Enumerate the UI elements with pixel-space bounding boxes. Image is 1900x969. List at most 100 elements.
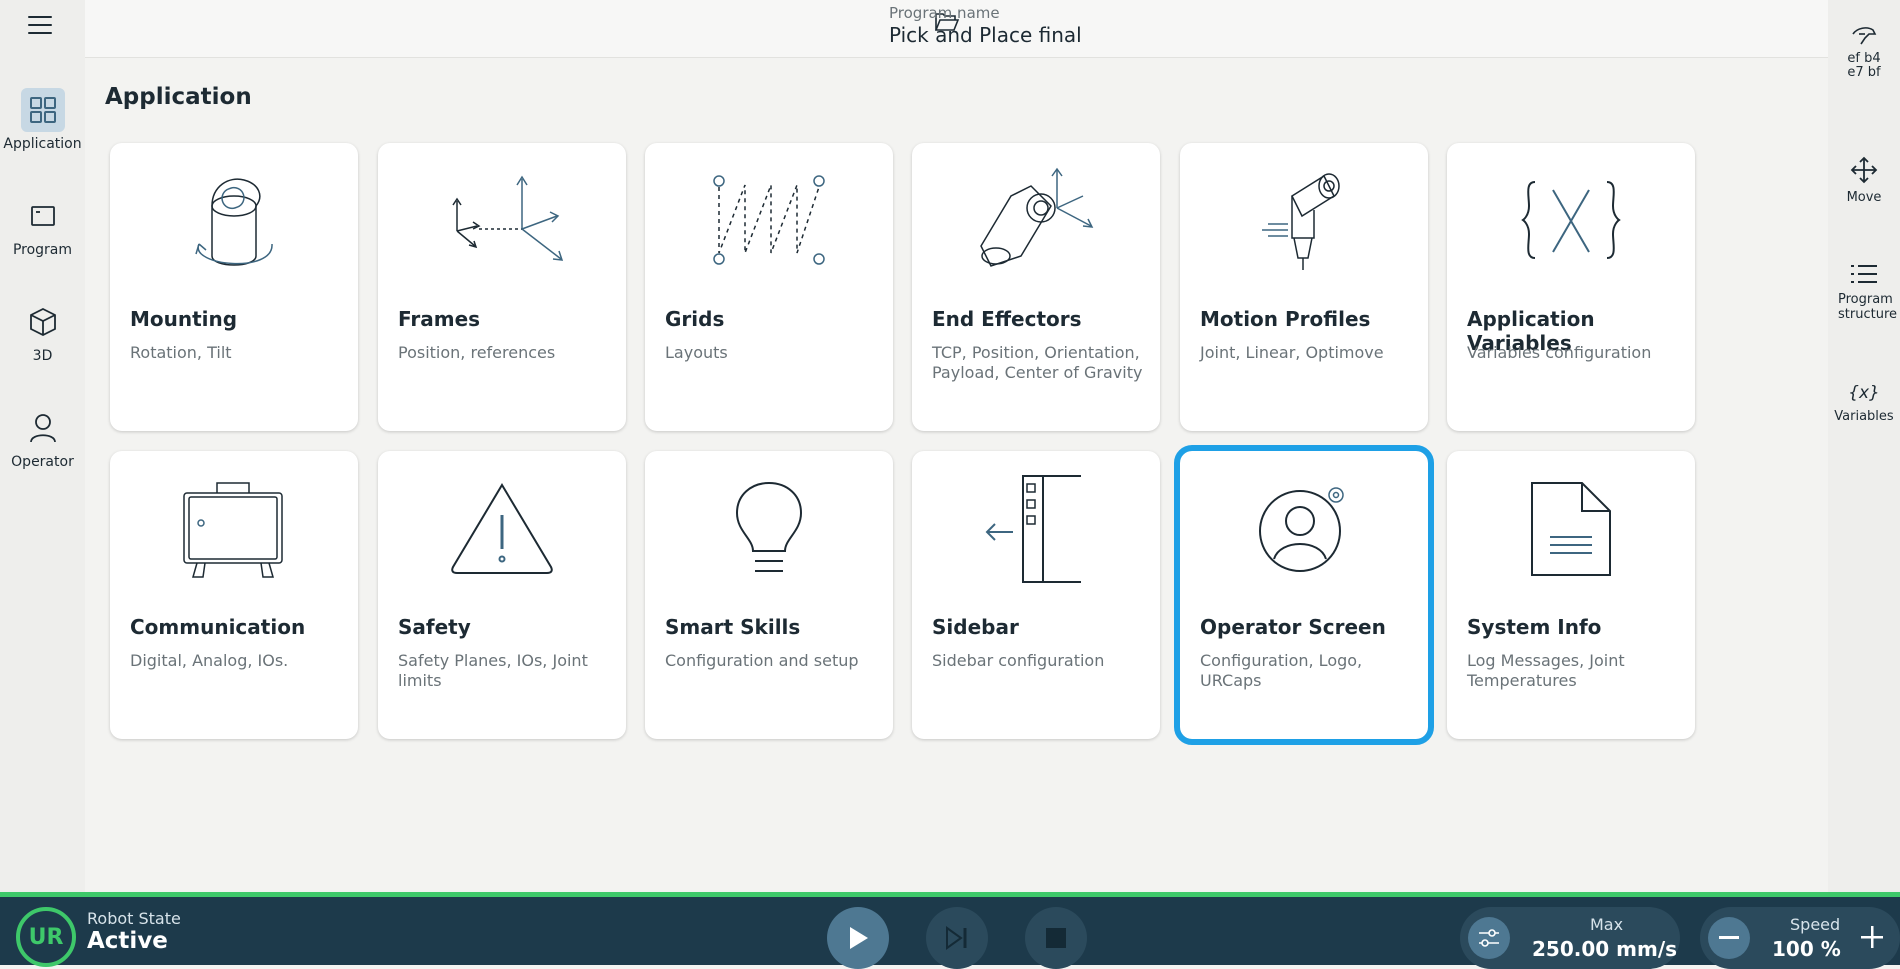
hand-icon [1852, 27, 1877, 45]
nav-label: 3D [32, 348, 53, 364]
hand-code-text: ef b4 e7 bf [1847, 51, 1881, 80]
stop-button[interactable] [1025, 907, 1087, 969]
card-title: Communication [130, 615, 306, 639]
mounting-icon [110, 161, 358, 281]
card-subtitle: Sidebar configuration [932, 651, 1105, 670]
safety-icon [378, 469, 626, 589]
card-title: End Effectors [932, 307, 1082, 331]
hamburger-menu-icon[interactable] [28, 16, 52, 36]
speed-label: Speed [1790, 915, 1841, 934]
card-subtitle: Configuration, Logo, URCaps [1200, 651, 1363, 690]
program-structure-label: Program structure [1838, 292, 1897, 322]
card-title: Operator Screen [1200, 615, 1386, 639]
max-value: 250.00 mm/s [1532, 937, 1678, 961]
card-frames[interactable]: Frames Position, references [378, 143, 626, 431]
card-subtitle: Position, references [398, 343, 556, 362]
footer-bar: UR Robot State Active Max 250.00 mm/s Sp… [0, 892, 1900, 969]
operator-screen-icon [1180, 469, 1428, 589]
card-title: Motion Profiles [1200, 307, 1371, 331]
grids-icon [645, 161, 893, 281]
card-operator-screen[interactable]: Operator Screen Configuration, Logo, URC… [1174, 445, 1434, 745]
card-subtitle: Safety Planes, IOs, Joint limits [398, 651, 588, 690]
right-sidebar: ef b4 e7 bf Move Program structure {x} V… [1828, 0, 1900, 892]
max-label: Max [1590, 915, 1624, 934]
card-subtitle: Digital, Analog, IOs. [130, 651, 289, 670]
card-title: Sidebar [932, 615, 1019, 639]
variables-label: Variables [1834, 409, 1894, 424]
list-icon [1851, 265, 1877, 283]
variables-icon: {x} [1848, 383, 1880, 403]
end-effector-icon [912, 161, 1160, 281]
nav-label: Program [12, 242, 73, 258]
minus-icon [1719, 936, 1739, 939]
cube-icon [21, 300, 65, 344]
document-icon [1447, 469, 1695, 589]
nav-label: Application [3, 136, 82, 152]
nav-item-application[interactable]: Application [0, 88, 85, 152]
minus-button[interactable] [1708, 917, 1750, 959]
lightbulb-icon [645, 469, 893, 589]
speed-value: 100 % [1772, 937, 1841, 961]
card-safety[interactable]: Safety Safety Planes, IOs, Joint limits [378, 451, 626, 739]
communication-icon [110, 469, 358, 589]
program-structure-button[interactable]: Program structure [1828, 262, 1900, 322]
step-forward-icon [946, 926, 967, 950]
card-subtitle: Log Messages, Joint Temperatures [1467, 651, 1625, 690]
card-title: Mounting [130, 307, 238, 331]
logo-text: UR [28, 924, 64, 950]
card-grids[interactable]: Grids Layouts [645, 143, 893, 431]
sliders-icon[interactable] [1468, 917, 1510, 959]
card-system-info[interactable]: System Info Log Messages, Joint Temperat… [1447, 451, 1695, 739]
grid-icon [20, 88, 65, 132]
card-subtitle: Joint, Linear, Optimove [1200, 343, 1384, 362]
variables-icon [1447, 161, 1695, 281]
card-end-effectors[interactable]: End Effectors TCP, Position, Orientation… [912, 143, 1160, 431]
card-title: Grids [665, 307, 725, 331]
card-title: System Info [1467, 615, 1602, 639]
card-subtitle: Configuration and setup [665, 651, 859, 670]
hand-guide-button[interactable]: ef b4 e7 bf [1828, 24, 1900, 80]
card-communication[interactable]: Communication Digital, Analog, IOs. [110, 451, 358, 739]
nav-item-3d[interactable]: 3D [0, 300, 85, 364]
card-motion-profiles[interactable]: Motion Profiles Joint, Linear, Optimove [1180, 143, 1428, 431]
card-sidebar[interactable]: Sidebar Sidebar configuration [912, 451, 1160, 739]
program-icon [21, 194, 65, 238]
stop-icon [1046, 928, 1066, 948]
plus-icon [1861, 926, 1883, 948]
motion-profile-icon [1180, 161, 1428, 281]
play-icon [850, 927, 868, 949]
operator-icon [21, 406, 65, 450]
nav-item-program[interactable]: Program [0, 194, 85, 258]
variables-button[interactable]: {x} Variables [1828, 383, 1900, 425]
card-title: Smart Skills [665, 615, 801, 639]
program-name-block[interactable]: Program name Pick and Place final [889, 4, 1082, 48]
card-subtitle: TCP, Position, Orientation, Payload, Cen… [932, 343, 1143, 382]
card-subtitle: Variables configuration [1467, 343, 1652, 362]
frames-icon [378, 161, 626, 281]
card-title: Frames [398, 307, 481, 331]
left-sidebar: Application Program 3D Operator [0, 0, 85, 892]
ur-logo: UR [16, 907, 76, 967]
plus-button[interactable] [1852, 917, 1892, 957]
robot-state-value: Active [87, 928, 168, 954]
program-name-value: Pick and Place final [889, 23, 1082, 47]
header-bar: Program name Pick and Place final [85, 0, 1828, 58]
nav-item-operator[interactable]: Operator [0, 406, 85, 470]
card-subtitle: Layouts [665, 343, 728, 362]
nav-label: Operator [11, 454, 74, 470]
card-smart-skills[interactable]: Smart Skills Configuration and setup [645, 451, 893, 739]
robot-state-label: Robot State [87, 909, 181, 928]
play-button[interactable] [827, 907, 889, 969]
step-button[interactable] [926, 907, 988, 969]
main-content: Application Mounting Rotation, Tilt Fram… [85, 58, 1828, 892]
program-name-label: Program name [889, 4, 1000, 22]
move-label: Move [1846, 190, 1882, 205]
max-speed-control[interactable]: Max 250.00 mm/s [1460, 907, 1680, 969]
card-application-variables[interactable]: Application Variables Variables configur… [1447, 143, 1695, 431]
move-button[interactable]: Move [1828, 156, 1900, 205]
card-title: Safety [398, 615, 471, 639]
move-arrows-icon [1850, 156, 1878, 184]
card-mounting[interactable]: Mounting Rotation, Tilt [110, 143, 358, 431]
robot-state[interactable]: Robot State Active [87, 909, 181, 954]
page-title: Application [105, 84, 252, 110]
